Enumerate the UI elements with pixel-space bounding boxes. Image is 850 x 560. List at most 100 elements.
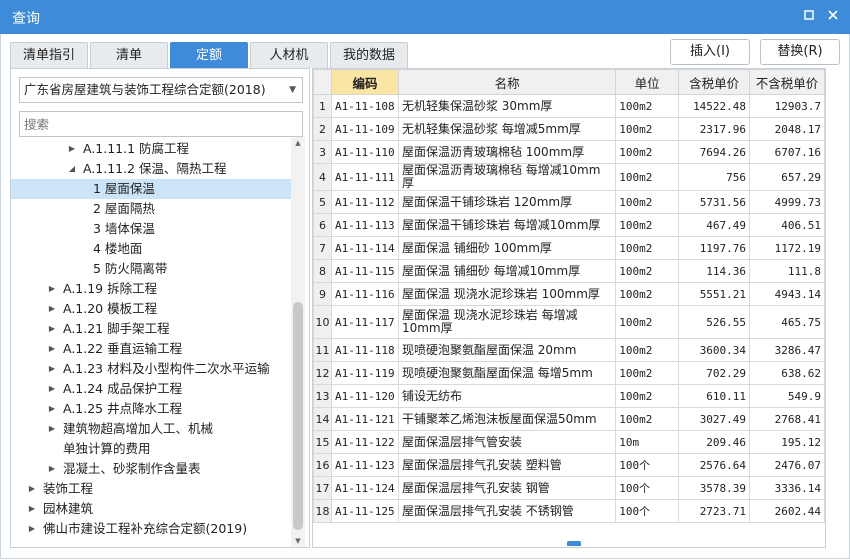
row-number: 14 [313, 407, 332, 431]
notax-price-cell: 2048.17 [749, 117, 825, 141]
table-row[interactable]: 9 A1-11-116 屋面保温 现浇水泥珍珠岩 100mm厚 100m2 5551.2… [313, 282, 825, 306]
tab-quota[interactable]: 定额 [170, 42, 248, 68]
table-row[interactable]: 6 A1-11-113 屋面保温干铺珍珠岩 每增减10mm厚 100m2 467.49 4… [313, 213, 825, 237]
notax-price-cell: 1172.19 [749, 236, 825, 260]
tree-item[interactable]: ▶ 装饰工程 [11, 479, 291, 499]
table-row[interactable]: 11 A1-11-118 现喷硬泡聚氨酯屋面保温 20mm 100m2 3600.34 3… [313, 338, 825, 362]
table-row[interactable]: 12 A1-11-119 现喷硬泡聚氨酯屋面保温 每增5mm 100m2 702.29 6… [313, 361, 825, 385]
notax-price-cell: 657.29 [749, 163, 825, 191]
expand-caret-icon[interactable]: ▶ [47, 379, 57, 399]
tree-item[interactable]: ▶ A.1.21 脚手架工程 [11, 319, 291, 339]
tree-item[interactable]: ▶ A.1.20 模板工程 [11, 299, 291, 319]
code-cell: A1-11-115 [330, 259, 399, 283]
replace-button[interactable]: 替换(R) [760, 39, 840, 65]
code-cell: A1-11-108 [330, 94, 399, 118]
tree-item[interactable]: ▶ 混凝土、砂浆制作含量表 [11, 459, 291, 479]
tree-scrollbar[interactable]: ▲ ▼ [291, 137, 305, 547]
tree-item[interactable]: ◢ A.1.11.2 保温、隔热工程 [11, 159, 291, 179]
tree-item[interactable]: ▶ A.1.19 拆除工程 [11, 279, 291, 299]
table-row[interactable]: 8 A1-11-115 屋面保温 铺细砂 每增减10mm厚 100m2 114.36 11… [313, 259, 825, 283]
tree-item[interactable]: 3 墙体保温 [11, 219, 291, 239]
table-row[interactable]: 5 A1-11-112 屋面保温干铺珍珠岩 120mm厚 100m2 5731.56 49… [313, 190, 825, 214]
table-row[interactable]: 4 A1-11-111 屋面保温沥青玻璃棉毡 每增减10mm厚 100m2 756 657… [313, 163, 825, 191]
collapse-caret-icon[interactable]: ◢ [67, 159, 77, 179]
tax-price-cell: 2317.96 [678, 117, 751, 141]
panel-splitter-handle[interactable] [567, 541, 581, 546]
row-number: 9 [313, 282, 332, 306]
table-row[interactable]: 17 A1-11-124 屋面保温层排气孔安装 钢管 100个 3578.39 3336.… [313, 476, 825, 500]
tree-item[interactable]: 单独计算的费用 [11, 439, 291, 459]
row-number: 3 [313, 140, 332, 164]
expand-caret-icon[interactable]: ▶ [67, 139, 77, 159]
col-name-header[interactable]: 名称 [397, 69, 617, 95]
quota-library-select[interactable]: 广东省房屋建筑与装饰工程综合定额(2018) ▼ [19, 77, 303, 103]
col-tax-price-header[interactable]: 含税单价 [678, 69, 751, 95]
tree-item[interactable]: 1 屋面保温 [11, 179, 291, 199]
tree-item[interactable]: ▶ 园林建筑 [11, 499, 291, 519]
row-number: 18 [313, 499, 332, 523]
expand-caret-icon[interactable]: ▶ [27, 519, 37, 539]
tree-item[interactable]: ▶ A.1.11.1 防腐工程 [11, 139, 291, 159]
tree-item[interactable]: ▶ A.1.24 成品保护工程 [11, 379, 291, 399]
table-row[interactable]: 16 A1-11-123 屋面保温层排气孔安装 塑料管 100个 2576.64 2476… [313, 453, 825, 477]
tree-item[interactable]: ▶ A.1.22 垂直运输工程 [11, 339, 291, 359]
scroll-up-icon[interactable]: ▲ [291, 137, 305, 149]
tree-item[interactable]: 5 防火隔离带 [11, 259, 291, 279]
restore-icon[interactable] [802, 9, 816, 23]
tab-labor-material-machine[interactable]: 人材机 [250, 42, 328, 68]
tab-list-guide[interactable]: 清单指引 [10, 42, 88, 68]
search-input[interactable] [19, 111, 303, 137]
code-cell: A1-11-110 [330, 140, 399, 164]
tab-my-data[interactable]: 我的数据 [330, 42, 408, 68]
tree-item[interactable]: ▶ A.1.23 材料及小型构件二次水平运输 [11, 359, 291, 379]
insert-button[interactable]: 插入(I) [670, 39, 750, 65]
col-code-header[interactable]: 编码 [330, 69, 399, 95]
name-cell: 屋面保温干铺珍珠岩 120mm厚 [397, 190, 617, 214]
table-row[interactable]: 3 A1-11-110 屋面保温沥青玻璃棉毡 100mm厚 100m2 7694.26 6… [313, 140, 825, 164]
unit-cell: 100m2 [615, 140, 680, 164]
expand-caret-icon[interactable]: ▶ [47, 359, 57, 379]
code-cell: A1-11-120 [330, 384, 399, 408]
table-row[interactable]: 15 A1-11-122 屋面保温层排气管安装 10m 209.46 195.12 [313, 430, 825, 454]
tree-item[interactable]: 4 楼地面 [11, 239, 291, 259]
expand-caret-icon[interactable]: ▶ [47, 319, 57, 339]
table-row[interactable]: 13 A1-11-120 铺设无纺布 100m2 610.11 549.9 [313, 384, 825, 408]
expand-caret-icon[interactable]: ▶ [47, 299, 57, 319]
expand-caret-icon[interactable]: ▶ [47, 419, 57, 439]
unit-cell: 100m2 [615, 305, 680, 339]
expand-caret-icon[interactable]: ▶ [47, 399, 57, 419]
tree-item[interactable]: ▶ 佛山市建设工程补充综合定额(2019) [11, 519, 291, 539]
table-row[interactable]: 10 A1-11-117 屋面保温 现浇水泥珍珠岩 每增减10mm厚 100m2 526… [313, 305, 825, 339]
name-cell: 现喷硬泡聚氨酯屋面保温 每增5mm [397, 361, 617, 385]
tax-price-cell: 5731.56 [678, 190, 751, 214]
close-icon[interactable] [826, 9, 840, 23]
notax-price-cell: 465.75 [749, 305, 825, 339]
name-cell: 屋面保温 现浇水泥珍珠岩 每增减10mm厚 [397, 305, 617, 339]
notax-price-cell: 195.12 [749, 430, 825, 454]
chevron-down-icon[interactable]: ▼ [289, 78, 296, 102]
tree-item[interactable]: ▶ 建筑物超高增加人工、机械 [11, 419, 291, 439]
expand-caret-icon[interactable]: ▶ [47, 279, 57, 299]
table-row[interactable]: 14 A1-11-121 干铺聚苯乙烯泡沫板屋面保温50mm 100m2 3027.49… [313, 407, 825, 431]
unit-cell: 100个 [615, 499, 680, 523]
tab-list[interactable]: 清单 [90, 42, 168, 68]
code-cell: A1-11-113 [330, 213, 399, 237]
name-cell: 屋面保温层排气孔安装 钢管 [397, 476, 617, 500]
col-unit-header[interactable]: 单位 [615, 69, 680, 95]
tree-item[interactable]: 2 屋面隔热 [11, 199, 291, 219]
tree-item-label: 园林建筑 [43, 501, 94, 516]
window-title: 查询 [12, 11, 40, 27]
name-cell: 屋面保温沥青玻璃棉毡 100mm厚 [397, 140, 617, 164]
scroll-down-icon[interactable]: ▼ [291, 535, 305, 547]
tree-item[interactable]: ▶ A.1.25 井点降水工程 [11, 399, 291, 419]
expand-caret-icon[interactable]: ▶ [27, 479, 37, 499]
expand-caret-icon[interactable]: ▶ [27, 499, 37, 519]
expand-caret-icon[interactable]: ▶ [47, 339, 57, 359]
col-notax-price-header[interactable]: 不含税单价 [749, 69, 825, 95]
scroll-thumb[interactable] [293, 302, 303, 530]
table-row[interactable]: 7 A1-11-114 屋面保温 铺细砂 100mm厚 100m2 1197.76 117… [313, 236, 825, 260]
table-row[interactable]: 18 A1-11-125 屋面保温层排气孔安装 不锈钢管 100个 2723.71 260… [313, 499, 825, 523]
table-row[interactable]: 1 A1-11-108 无机轻集保温砂浆 30mm厚 100m2 14522.48 129… [313, 94, 825, 118]
expand-caret-icon[interactable]: ▶ [47, 459, 57, 479]
table-row[interactable]: 2 A1-11-109 无机轻集保温砂浆 每增减5mm厚 100m2 2317.96 20… [313, 117, 825, 141]
